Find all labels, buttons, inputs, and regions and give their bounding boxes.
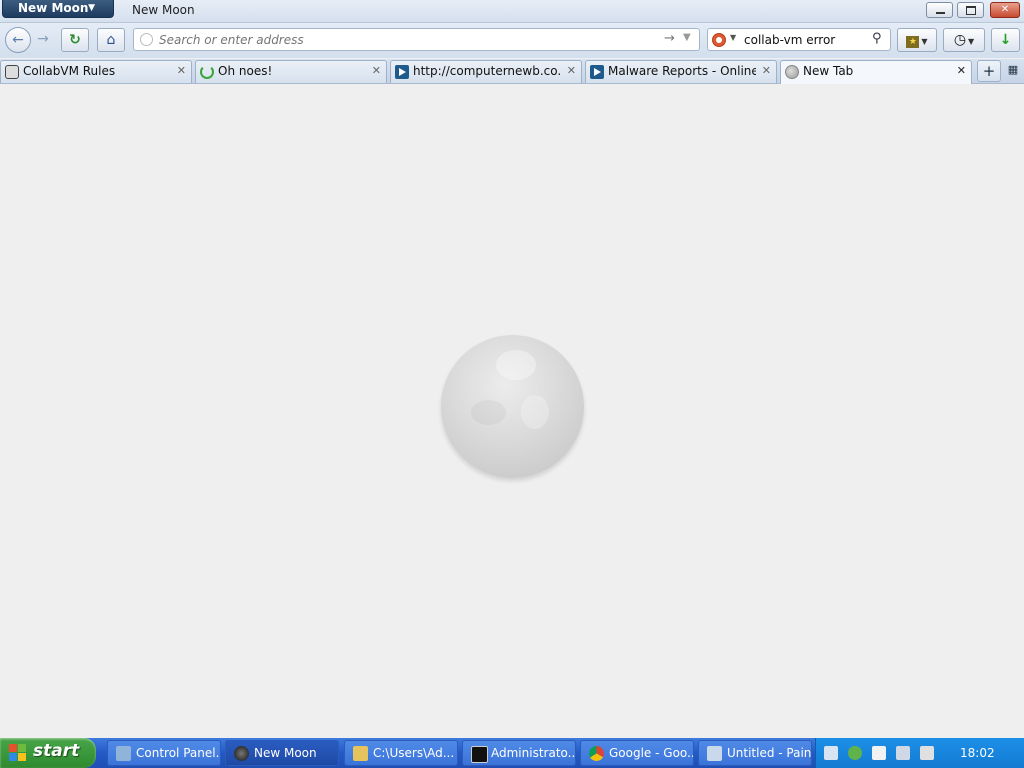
notepad-icon[interactable] xyxy=(824,746,838,760)
app-menu-label: New Moon xyxy=(18,1,89,15)
taskbar-item-label: Control Panel... xyxy=(136,746,220,760)
tab-new-tab[interactable]: New Tab ✕ xyxy=(780,60,972,84)
taskbar-item-label: Untitled - Paint xyxy=(727,746,811,760)
tab-malware-reports[interactable]: Malware Reports - Online ... ✕ xyxy=(585,60,777,83)
bookmarks-button[interactable]: ★ ▼ xyxy=(897,28,937,52)
address-bar: → ▼ xyxy=(133,28,700,51)
action-center-flag-icon[interactable] xyxy=(872,746,886,760)
globe-icon xyxy=(785,65,799,79)
tab-label: CollabVM Rules xyxy=(23,64,116,78)
tab-label: http://computernewb.co... xyxy=(413,64,561,78)
tab-label: New Tab xyxy=(803,64,854,78)
start-button[interactable]: start xyxy=(0,738,96,768)
start-label: start xyxy=(33,741,80,761)
taskbar-item-label: Administrato... xyxy=(491,746,575,760)
reload-button[interactable]: ↻ xyxy=(61,28,89,52)
list-all-tabs-button[interactable]: ▦ xyxy=(1005,63,1021,79)
forward-button[interactable]: → xyxy=(32,29,54,51)
taskbar-item-label: New Moon xyxy=(254,746,317,760)
plus-icon: + xyxy=(982,62,996,80)
forward-arrow-icon: → xyxy=(37,31,49,47)
title-bar: New Moon ▼ New Moon xyxy=(0,0,1024,23)
home-icon: ⌂ xyxy=(106,32,116,48)
security-shield-icon[interactable] xyxy=(848,746,862,760)
taskbar-item-label: C:\Users\Ad... xyxy=(373,746,455,760)
bookmark-star-icon: ★ xyxy=(906,36,920,48)
tab-label: Malware Reports - Online ... xyxy=(608,64,756,78)
close-tab-icon[interactable]: ✕ xyxy=(957,64,966,77)
taskbar-item-new-moon[interactable]: New Moon xyxy=(225,740,339,766)
clock[interactable]: 18:02 xyxy=(960,746,995,760)
close-tab-icon[interactable]: ✕ xyxy=(177,64,186,77)
clock-icon: ◷ xyxy=(953,32,967,48)
close-tab-icon[interactable]: ✕ xyxy=(372,64,381,77)
taskbar-item-chrome[interactable]: Google - Goo... xyxy=(580,740,694,766)
taskbar-item-command-prompt[interactable]: Administrato... xyxy=(462,740,576,766)
tab-label: Oh noes! xyxy=(218,64,273,78)
magnifier-icon[interactable]: ⚲ xyxy=(872,31,882,46)
system-tray: 18:02 xyxy=(815,738,1024,768)
chrome-icon xyxy=(589,746,604,761)
chevron-down-icon: ▼ xyxy=(88,3,95,13)
new-moon-icon xyxy=(234,746,249,761)
chevron-down-icon: ▼ xyxy=(921,37,928,46)
downloads-button[interactable]: ↓ xyxy=(991,28,1020,52)
tab-collabvm-rules[interactable]: CollabVM Rules ✕ xyxy=(0,60,192,83)
new-tab-page xyxy=(0,84,1024,738)
address-input[interactable] xyxy=(159,31,659,48)
window-title: New Moon xyxy=(132,3,195,17)
paint-icon xyxy=(707,746,722,761)
rules-icon xyxy=(5,65,19,79)
moon-logo-icon xyxy=(441,335,584,478)
volume-muted-icon[interactable] xyxy=(920,746,934,760)
restore-button[interactable] xyxy=(957,2,984,18)
tab-computernewb[interactable]: http://computernewb.co... ✕ xyxy=(390,60,582,83)
play-icon xyxy=(395,65,409,79)
play-icon xyxy=(590,65,604,79)
engine-dropdown-icon[interactable]: ▼ xyxy=(730,33,736,42)
command-prompt-icon xyxy=(471,746,488,763)
folder-icon xyxy=(353,746,368,761)
taskbar-item-explorer[interactable]: C:\Users\Ad... xyxy=(344,740,458,766)
search-bar: ▼ ⚲ xyxy=(707,28,891,51)
new-tab-button[interactable]: + xyxy=(977,60,1001,82)
windows-logo-icon xyxy=(9,744,27,762)
site-identity-icon[interactable] xyxy=(140,33,153,46)
loading-spinner-icon xyxy=(200,65,214,79)
history-button[interactable]: ◷ ▼ xyxy=(943,28,985,52)
network-icon[interactable] xyxy=(896,746,910,760)
back-arrow-icon: ← xyxy=(12,32,24,48)
tab-oh-noes[interactable]: Oh noes! ✕ xyxy=(195,60,387,83)
control-panel-icon xyxy=(116,746,131,761)
reload-icon: ↻ xyxy=(69,32,81,48)
close-tab-icon[interactable]: ✕ xyxy=(567,64,576,77)
taskbar: start Control Panel... New Moon C:\Users… xyxy=(0,738,1024,768)
home-button[interactable]: ⌂ xyxy=(97,28,125,52)
close-window-button[interactable] xyxy=(990,2,1020,18)
go-arrow-icon[interactable]: → xyxy=(664,31,675,46)
chevron-down-icon: ▼ xyxy=(968,37,975,46)
app-menu-button[interactable]: New Moon ▼ xyxy=(2,0,114,18)
download-arrow-icon: ↓ xyxy=(999,32,1012,48)
taskbar-item-label: Google - Goo... xyxy=(609,746,693,760)
search-engine-icon[interactable] xyxy=(712,33,726,47)
back-button[interactable]: ← xyxy=(5,27,31,53)
minimize-button[interactable] xyxy=(926,2,953,18)
taskbar-item-paint[interactable]: Untitled - Paint xyxy=(698,740,812,766)
tab-strip: CollabVM Rules ✕ Oh noes! ✕ http://compu… xyxy=(0,59,1024,84)
navigation-toolbar: ← → ↻ ⌂ → ▼ ▼ ⚲ ★▼ ◷▼ ↓ xyxy=(0,23,1024,58)
close-tab-icon[interactable]: ✕ xyxy=(762,64,771,77)
search-input[interactable] xyxy=(744,31,869,48)
taskbar-item-control-panel[interactable]: Control Panel... xyxy=(107,740,221,766)
history-dropdown-icon[interactable]: ▼ xyxy=(683,32,691,43)
grid-icon: ▦ xyxy=(1007,63,1019,76)
